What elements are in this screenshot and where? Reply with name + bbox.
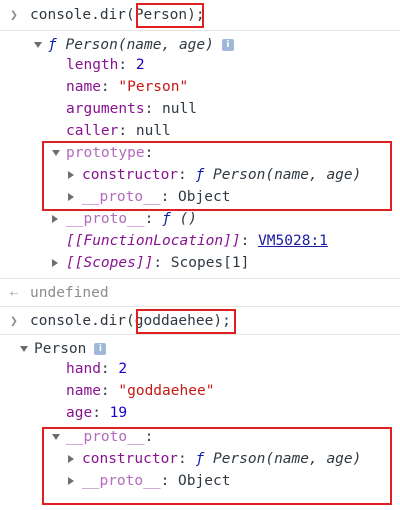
prop-value: null (162, 101, 197, 117)
cmd2-arg: goddaehee (134, 313, 214, 329)
expand-right-icon[interactable] (52, 208, 66, 230)
console-input-line-2: ❯ console.dir(goddaehee); (10, 310, 400, 332)
prop-value: Object (178, 189, 231, 205)
expand-down-icon[interactable] (52, 426, 66, 448)
prop-prototype[interactable]: prototype: (52, 142, 400, 164)
cmd1-open-paren: ( (126, 7, 135, 23)
function-f-label: ƒ (195, 167, 205, 183)
function-f-label: ƒ (195, 451, 205, 467)
prop-key: [[Scopes]] (66, 255, 154, 271)
expand-right-icon[interactable] (68, 164, 82, 186)
prop-value: "Person" (118, 79, 189, 95)
prop-age: age: 19 (66, 405, 128, 421)
prop-value: 2 (135, 57, 145, 73)
prop-name: name: "Person" (66, 79, 189, 95)
prop-key: __proto__ (66, 429, 145, 445)
prop-key: length (66, 57, 119, 73)
prop-key: constructor (82, 451, 179, 467)
prop-key: age (66, 405, 93, 421)
prop-key: arguments (66, 101, 145, 117)
expand-right-icon[interactable] (52, 252, 66, 274)
prop-length: length: 2 (66, 57, 145, 73)
prop-value: Scopes[1] (170, 255, 250, 271)
prop-value: "goddaehee" (118, 383, 215, 399)
separator (0, 334, 400, 335)
cmd2-close-paren: ) (213, 313, 223, 329)
prop-value: Person(name, age) (212, 167, 362, 183)
undefined-label: undefined (30, 285, 109, 301)
prop-obj-proto[interactable]: __proto__: (52, 426, 400, 448)
prop-hand: hand: 2 (66, 361, 128, 377)
function-location-link[interactable]: VM5028:1 (258, 233, 328, 249)
chevron-right-icon: ❯ (10, 8, 18, 23)
info-icon[interactable]: i (221, 39, 234, 51)
expand-right-icon[interactable] (68, 470, 82, 492)
separator (0, 278, 400, 279)
console-input-line-1: ❯ console.dir(Person); (10, 4, 400, 26)
prop-value: () (179, 211, 197, 227)
expand-down-icon[interactable] (20, 338, 34, 360)
prop-value: Person(name, age) (212, 451, 362, 467)
return-arrow-icon: ⇠ (10, 286, 18, 301)
prop-value: 2 (118, 361, 128, 377)
prop-obj-proto-constructor[interactable]: constructor: ƒ Person(name, age) (68, 448, 400, 470)
prop-key: __proto__ (82, 189, 161, 205)
prop-key: hand (66, 361, 101, 377)
cmd2-open-paren: ( (126, 313, 135, 329)
info-icon[interactable]: i (94, 343, 107, 355)
function-signature: Person(name, age) (65, 37, 214, 53)
separator (0, 30, 400, 31)
function-f-label: ƒ (162, 211, 171, 227)
prop-scopes[interactable]: [[Scopes]]: Scopes[1] (52, 252, 400, 274)
expand-down-icon[interactable] (52, 142, 66, 164)
prop-arguments: arguments: null (66, 101, 197, 117)
prop-function-location: [[FunctionLocation]]: VM5028:1 (66, 233, 328, 249)
prop-key: constructor (82, 167, 179, 183)
prop-key: prototype (66, 145, 145, 161)
cmd1-arg: Person (134, 7, 188, 23)
tree-root-person-function[interactable]: ƒ Person(name, age) i (34, 34, 400, 56)
prop-prototype-proto[interactable]: __proto__: Object (68, 186, 400, 208)
prop-value: 19 (109, 405, 128, 421)
expand-right-icon[interactable] (68, 186, 82, 208)
prop-caller: caller: null (66, 123, 171, 139)
expand-right-icon[interactable] (68, 448, 82, 470)
tree-root-person-object[interactable]: Person i (20, 338, 400, 360)
cmd1-close-paren: ) (187, 7, 196, 23)
function-f-label: ƒ (48, 37, 57, 53)
chevron-right-icon: ❯ (10, 314, 18, 329)
expand-down-icon[interactable] (34, 34, 48, 56)
prop-fn-proto[interactable]: __proto__: ƒ () (52, 208, 400, 230)
prop-name: name: "goddaehee" (66, 383, 215, 399)
cmd2-prefix: console.dir (30, 313, 127, 329)
prop-key: __proto__ (82, 473, 161, 489)
prop-value: Object (178, 473, 231, 489)
prop-value: null (135, 123, 171, 139)
prop-key: caller (66, 123, 119, 139)
object-title: Person (34, 341, 87, 357)
separator (0, 306, 400, 307)
prop-obj-proto-inner-proto[interactable]: __proto__: Object (68, 470, 400, 492)
cmd1-prefix: console.dir (30, 7, 127, 23)
prop-key: name (66, 79, 101, 95)
prop-prototype-constructor[interactable]: constructor: ƒ Person(name, age) (68, 164, 400, 186)
prop-key: __proto__ (66, 211, 145, 227)
cmd1-semicolon: ; (195, 7, 205, 23)
prop-key: [[FunctionLocation]] (66, 233, 241, 249)
prop-key: name (66, 383, 101, 399)
console-result-undefined: ⇠ undefined (10, 282, 400, 304)
cmd2-semicolon: ; (222, 313, 231, 329)
